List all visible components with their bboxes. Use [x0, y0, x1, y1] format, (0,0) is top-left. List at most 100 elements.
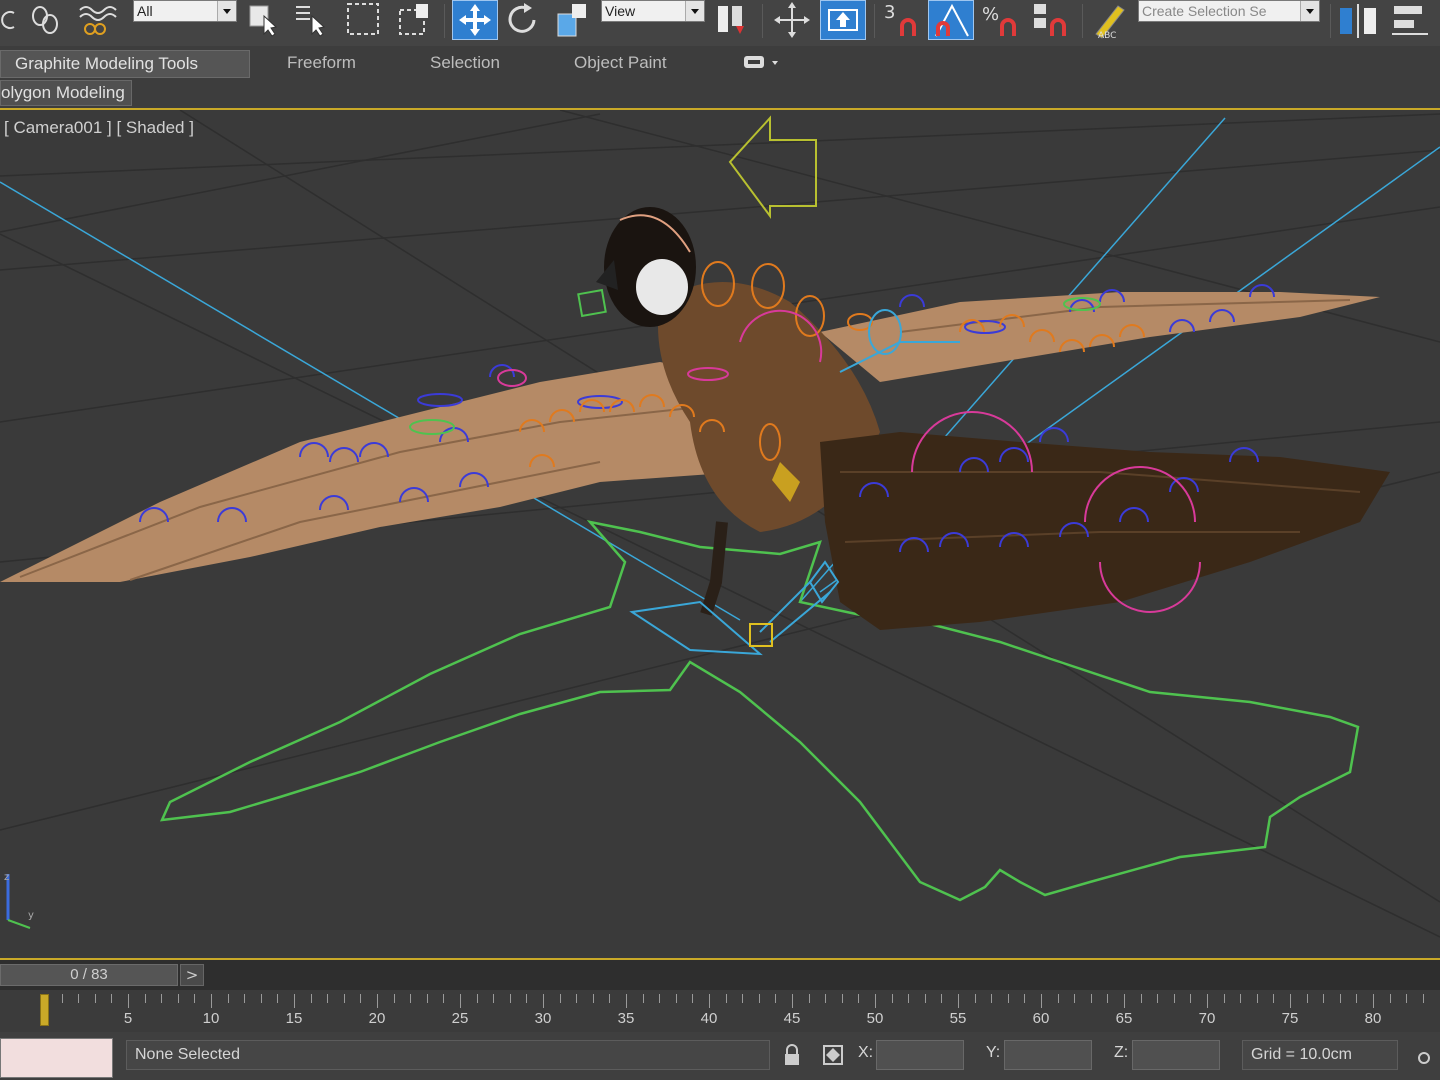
maxscript-mini-listener[interactable] — [0, 1038, 113, 1078]
absolute-mode-icon[interactable] — [822, 1044, 843, 1066]
next-frame-button[interactable]: > — [180, 964, 204, 986]
svg-text:ABC: ABC — [1098, 31, 1116, 40]
track-bar-tick — [1223, 994, 1225, 1003]
main-toolbar: All View 3 % ABC Create Selection Se — [0, 0, 1440, 47]
selection-filter-dropdown[interactable]: All — [133, 0, 237, 22]
rect-selection-icon[interactable] — [344, 0, 386, 40]
manipulate-icon[interactable] — [770, 0, 814, 40]
select-by-name-icon[interactable] — [292, 0, 332, 40]
track-bar-tick — [294, 994, 295, 1008]
direction-arrow-helper[interactable] — [728, 115, 817, 220]
track-bar-tick — [460, 994, 461, 1008]
track-bar-tick — [642, 994, 644, 1003]
track-bar-tick — [310, 994, 312, 1003]
track-bar-tick — [1290, 994, 1291, 1008]
rotate-icon[interactable] — [504, 0, 544, 40]
track-bar-label: 75 — [1281, 1010, 1299, 1027]
angle-snap-icon[interactable] — [928, 0, 974, 40]
track-bar-tick — [410, 994, 412, 1003]
track-bar-tick — [659, 994, 661, 1003]
reference-coord-dropdown[interactable]: View — [601, 0, 705, 22]
x-coordinate-field[interactable] — [876, 1040, 964, 1070]
track-bar-tick — [526, 994, 528, 1003]
keyboard-shortcut-icon[interactable] — [820, 0, 866, 40]
track-bar-tick — [144, 994, 146, 1003]
track-bar-tick — [908, 994, 910, 1003]
track-bar-label: 20 — [368, 1010, 386, 1027]
ribbon-minimize-icon[interactable] — [742, 52, 782, 80]
track-bar-tick — [792, 994, 793, 1008]
track-bar-label: 80 — [1364, 1010, 1382, 1027]
tab-selection[interactable]: Selection — [430, 50, 500, 78]
viewport-label[interactable]: [ Camera001 ] [ Shaded ] — [4, 118, 194, 138]
track-bar-tick — [692, 994, 694, 1003]
mirror-icon[interactable] — [1336, 0, 1380, 40]
tab-object-paint[interactable]: Object Paint — [574, 50, 667, 78]
edit-named-selection-icon[interactable]: ABC — [1088, 0, 1132, 40]
move-icon[interactable] — [452, 0, 498, 40]
spinner-snap-icon[interactable] — [1030, 0, 1074, 40]
link-icon[interactable] — [26, 0, 66, 40]
track-bar-tick — [443, 994, 445, 1003]
chevron-down-icon[interactable] — [217, 1, 236, 21]
chevron-down-icon[interactable] — [685, 1, 704, 21]
track-bar-tick — [626, 994, 627, 1008]
track-bar-tick — [543, 994, 544, 1008]
track-bar-tick — [1389, 994, 1391, 1003]
align-icon[interactable] — [1388, 0, 1432, 40]
selection-status: None Selected — [126, 1040, 770, 1070]
track-bar-label: 45 — [783, 1010, 801, 1027]
lock-icon[interactable] — [782, 1044, 802, 1066]
track-bar-tick — [61, 994, 63, 1003]
track-bar-tick — [1207, 994, 1208, 1008]
svg-text:%: % — [982, 4, 999, 25]
y-coordinate-field[interactable] — [1004, 1040, 1092, 1070]
status-bar: None Selected X: Y: Z: Grid = 10.0cm — [0, 1032, 1440, 1080]
named-selection-placeholder: Create Selection Se — [1142, 3, 1267, 19]
track-bar-tick — [609, 994, 611, 1003]
named-selection-dropdown[interactable]: Create Selection Se — [1138, 0, 1320, 22]
track-bar-tick — [675, 994, 677, 1003]
track-bar-tick — [825, 994, 827, 1003]
time-slider-thumb[interactable]: 0 / 83 — [0, 964, 178, 986]
track-bar-tick — [1124, 994, 1125, 1008]
add-time-tag-icon[interactable] — [1414, 1044, 1434, 1066]
track-bar-tick — [725, 994, 727, 1003]
panel-tab-polygon-modeling[interactable]: olygon Modeling — [0, 80, 132, 106]
time-slider[interactable]: 0 / 83 > — [0, 960, 1440, 990]
track-bar-tick — [808, 994, 810, 1003]
current-frame-marker[interactable] — [40, 994, 49, 1026]
track-bar[interactable]: 5 10 15 20 25 30 35 40 45 50 55 60 65 70 75 80 — [0, 990, 1440, 1032]
track-bar-tick — [1157, 994, 1159, 1003]
track-bar-tick — [875, 994, 876, 1008]
track-bar-tick — [1273, 994, 1275, 1003]
select-object-icon[interactable] — [246, 0, 282, 40]
undo-icon[interactable] — [0, 0, 18, 40]
ribbon-panel: olygon Modeling — [0, 80, 1440, 108]
track-bar-label: 55 — [949, 1010, 967, 1027]
track-bar-tick — [841, 994, 843, 1003]
track-bar-tick — [211, 994, 212, 1008]
tab-freeform[interactable]: Freeform — [287, 50, 356, 78]
track-bar-tick — [476, 994, 478, 1003]
chevron-down-icon[interactable] — [1300, 1, 1319, 21]
track-bar-tick — [991, 994, 993, 1003]
track-bar-tick — [1090, 994, 1092, 1003]
bird-model[interactable] — [0, 207, 1390, 630]
track-bar-tick — [1024, 994, 1026, 1003]
camera-viewport[interactable]: z y [ Camera001 ] [ Shaded ] — [0, 108, 1440, 960]
percent-snap-icon[interactable]: % — [980, 0, 1024, 40]
scale-icon[interactable] — [554, 0, 594, 40]
track-bar-tick — [1173, 994, 1175, 1003]
window-crossing-icon[interactable] — [396, 0, 436, 40]
bind-spacewarp-icon[interactable] — [76, 0, 120, 40]
snap-3d-icon[interactable]: 3 — [880, 0, 924, 40]
track-bar-tick — [709, 994, 710, 1008]
viewport-scene[interactable]: z y — [0, 110, 1440, 958]
track-bar-tick — [161, 994, 163, 1003]
reference-coord-value: View — [605, 3, 636, 19]
z-coordinate-field[interactable] — [1132, 1040, 1220, 1070]
tab-graphite-modeling-tools[interactable]: Graphite Modeling Tools — [0, 50, 250, 78]
pivot-icon[interactable] — [712, 0, 754, 40]
track-bar-label: 30 — [534, 1010, 552, 1027]
